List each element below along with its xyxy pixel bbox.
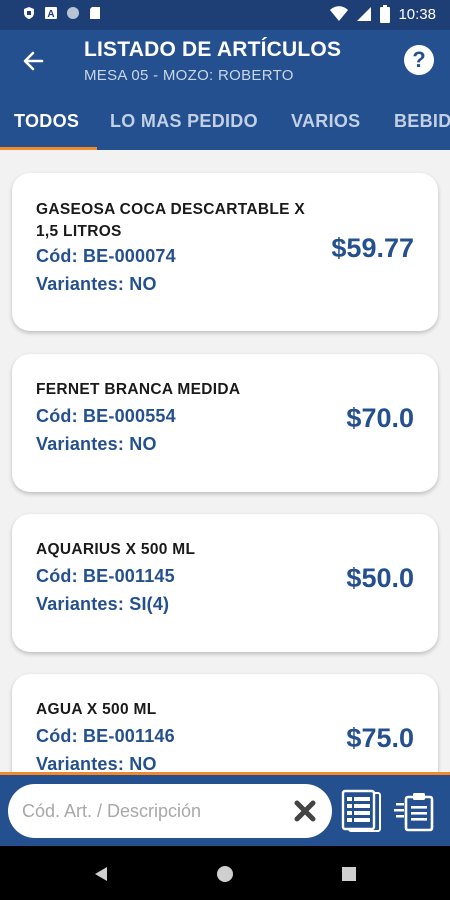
clear-search-button[interactable] <box>290 796 320 826</box>
article-name: AGUA X 500 ML <box>36 701 157 718</box>
back-button[interactable] <box>18 46 48 76</box>
nav-recents-button[interactable] <box>338 863 360 885</box>
article-card[interactable]: AQUARIUS X 500 ML Cód: BE-001145 Variant… <box>12 514 438 652</box>
article-code: Cód: BE-000554 <box>36 406 176 426</box>
signal-icon <box>357 7 372 21</box>
article-name: GASEOSA COCA DESCARTABLE X 1,5 LITROS <box>36 201 306 240</box>
article-variants: Variantes: SI(4) <box>36 594 170 614</box>
notification-icons: A <box>22 6 102 20</box>
sd-card-icon <box>90 7 100 19</box>
article-variants: Variantes: NO <box>36 434 157 454</box>
triangle-back-icon <box>95 867 107 881</box>
tab-lo-mas-pedido[interactable]: LO MAS PEDIDO <box>110 111 258 132</box>
search-input[interactable] <box>22 798 282 824</box>
page-subtitle: MESA 05 - MOZO: ROBERTO <box>84 67 294 84</box>
search-bar <box>0 772 450 846</box>
category-tabs: TODOS LO MAS PEDIDO VARIOS BEBIDAS <box>0 94 450 150</box>
order-button[interactable] <box>394 791 436 833</box>
tab-bebidas[interactable]: BEBIDAS <box>394 111 450 132</box>
close-icon <box>294 800 316 822</box>
article-variants: Variantes: NO <box>36 274 157 294</box>
article-price: $70.0 <box>346 403 414 433</box>
clipboard-list-icon <box>394 793 434 832</box>
page-title: LISTADO DE ARTÍCULOS <box>84 38 342 61</box>
catalog-button[interactable] <box>340 789 382 833</box>
article-variants: Variantes: NO <box>36 754 157 772</box>
battery-icon <box>380 5 391 23</box>
article-price: $50.0 <box>346 563 414 593</box>
tab-todos[interactable]: TODOS <box>14 111 79 132</box>
wifi-icon <box>330 6 349 21</box>
svg-text:A: A <box>47 9 54 20</box>
article-code: Cód: BE-001145 <box>36 566 175 586</box>
article-price: $75.0 <box>346 723 414 753</box>
catalog-icon <box>341 789 381 832</box>
circle-icon <box>67 7 79 19</box>
tab-varios[interactable]: VARIOS <box>291 111 360 132</box>
arrow-left-icon <box>23 51 44 71</box>
question-icon: ? <box>412 47 426 72</box>
article-list[interactable]: GASEOSA COCA DESCARTABLE X 1,5 LITROS Có… <box>0 150 450 772</box>
search-box <box>8 784 332 838</box>
clock: 10:38 <box>398 5 436 23</box>
system-icons: 10:38 <box>330 5 436 23</box>
help-button[interactable]: ? <box>404 45 434 75</box>
nav-home-button[interactable] <box>214 863 236 885</box>
article-card[interactable]: FERNET BRANCA MEDIDA Cód: BE-000554 Vari… <box>12 354 438 492</box>
article-card[interactable]: AGUA X 500 ML Cód: BE-001146 Variantes: … <box>12 674 438 772</box>
article-name: FERNET BRANCA MEDIDA <box>36 381 241 398</box>
home-circle-icon <box>217 866 233 882</box>
a-icon: A <box>45 7 57 20</box>
status-bar: A 10:38 <box>0 0 450 30</box>
article-card[interactable]: GASEOSA COCA DESCARTABLE X 1,5 LITROS Có… <box>12 173 438 331</box>
article-price: $59.77 <box>331 233 414 263</box>
nav-back-button[interactable] <box>90 863 112 885</box>
article-code: Cód: BE-001146 <box>36 726 175 746</box>
navigation-bar <box>0 846 450 900</box>
app-bar: LISTADO DE ARTÍCULOS MESA 05 - MOZO: ROB… <box>0 30 450 94</box>
square-recents-icon <box>342 867 356 881</box>
shield-icon <box>24 7 34 19</box>
article-name: AQUARIUS X 500 ML <box>36 541 196 558</box>
article-code: Cód: BE-000074 <box>36 246 176 266</box>
